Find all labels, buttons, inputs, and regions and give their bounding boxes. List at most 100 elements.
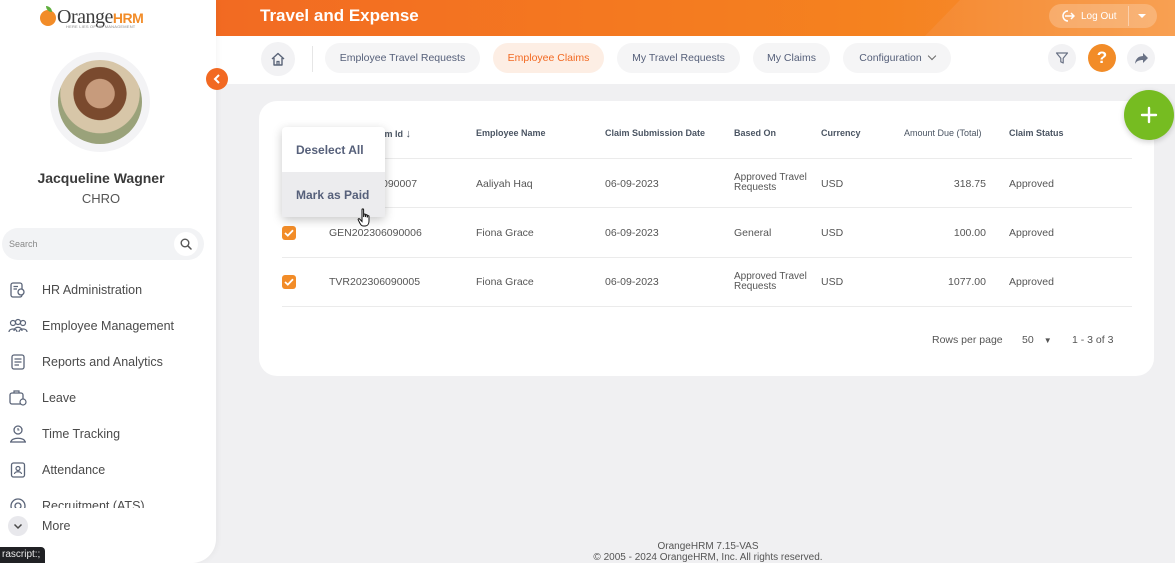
row2-date: 06-09-2023 (605, 227, 659, 239)
row2-claim-id[interactable]: GEN202306090006 (329, 227, 422, 239)
row1-based-on-line2: Requests (734, 182, 777, 193)
checkmark-icon (284, 278, 294, 286)
row3-claim-id[interactable]: TVR202306090005 (329, 276, 420, 288)
sidebar-item-label: Recruitment (ATS) (42, 499, 145, 508)
row-divider (282, 158, 1132, 159)
tab-employee-claims[interactable]: Employee Claims (493, 43, 604, 73)
sidebar-item-time-tracking[interactable]: Time Tracking (0, 416, 216, 452)
time-icon (8, 424, 28, 444)
sidebar-collapse-button[interactable] (206, 68, 228, 90)
deselect-all-option[interactable]: Deselect All (282, 127, 385, 172)
col-claim-submission-date: Claim Submission Date (605, 128, 706, 138)
rows-per-page-value: 50 (1022, 334, 1034, 346)
row3-checkbox[interactable] (282, 275, 296, 289)
chevron-down-icon (8, 516, 28, 536)
leave-icon (8, 388, 28, 408)
row2-based-on: General (734, 227, 772, 239)
row1-currency: USD (821, 178, 844, 190)
attendance-icon (8, 460, 28, 480)
module-title: Travel and Expense (260, 6, 419, 25)
row3-date: 06-09-2023 (605, 276, 659, 288)
sidebar-item-label: Employee Management (42, 319, 175, 333)
sidebar-item-label: Attendance (42, 463, 106, 477)
tab-employee-travel-requests[interactable]: Employee Travel Requests (325, 43, 480, 73)
sidebar-item-reports-and-analytics[interactable]: Reports and Analytics (0, 344, 216, 380)
sidebar-more-button[interactable]: More (8, 516, 70, 536)
plus-icon (1140, 106, 1158, 124)
pagination-range: 1 - 3 of 3 (1072, 334, 1114, 346)
employees-icon (8, 316, 28, 336)
tab-configuration-label: Configuration (859, 52, 922, 64)
row1-status: Approved (1009, 178, 1054, 190)
filter-button[interactable] (1048, 44, 1076, 72)
row-divider (282, 306, 1132, 307)
row-divider (282, 257, 1132, 258)
sidebar-item-leave[interactable]: Leave (0, 380, 216, 416)
col-claim-status: Claim Status (1009, 128, 1064, 138)
sidebar-search (2, 228, 204, 260)
row2-status: Approved (1009, 227, 1054, 239)
col-claim-id[interactable]: im Id ↓ (382, 128, 411, 140)
col-based-on: Based On (734, 128, 777, 138)
row1-employee: Aaliyah Haq (476, 178, 533, 190)
sidebar-item-label: Leave (42, 391, 77, 405)
row3-currency: USD (821, 276, 844, 288)
row2-checkbox[interactable] (282, 226, 296, 240)
logout-dropdown-caret-icon[interactable] (1138, 14, 1146, 18)
browser-status-bar: rascript:; (0, 547, 46, 563)
col-employee-name: Employee Name (476, 128, 546, 138)
home-icon (271, 52, 285, 66)
col-claim-id-label: im Id (382, 129, 404, 139)
add-claim-button[interactable] (1124, 90, 1174, 140)
share-button[interactable] (1127, 44, 1155, 72)
rows-per-page-select[interactable]: 50 ▼ (1022, 334, 1052, 346)
brand-tagline: HERE LIES OF HR MANAGEMENT (66, 24, 136, 29)
caret-down-icon: ▼ (1043, 335, 1052, 345)
avatar-photo (58, 60, 142, 144)
sidebar-menu: HR Administration Employee Management Re… (0, 272, 216, 508)
tab-my-travel-requests[interactable]: My Travel Requests (617, 43, 740, 73)
sidebar-item-label: Reports and Analytics (42, 355, 163, 369)
help-button[interactable]: ? (1088, 44, 1116, 72)
logout-separator (1128, 6, 1129, 26)
row1-claim-id[interactable]: 090007 (382, 178, 417, 190)
sort-arrow-down-icon: ↓ (405, 128, 412, 140)
sidebar-item-recruitment[interactable]: Recruitment (ATS) (0, 488, 216, 508)
sidebar-item-attendance[interactable]: Attendance (0, 452, 216, 488)
sidebar-item-label: HR Administration (42, 283, 143, 297)
tab-configuration[interactable]: Configuration (843, 43, 951, 73)
search-icon (180, 238, 192, 250)
home-button[interactable] (261, 42, 295, 76)
row1-date: 06-09-2023 (605, 178, 659, 190)
sidebar-item-label: Time Tracking (42, 427, 121, 441)
footer-copyright: © 2005 - 2024 OrangeHRM, Inc. All rights… (593, 552, 823, 563)
nav-divider (312, 46, 313, 72)
logout-icon (1059, 9, 1075, 23)
logout-button[interactable]: Log Out (1049, 4, 1157, 28)
help-icon: ? (1096, 48, 1108, 67)
sidebar: OrangeHRM HERE LIES OF HR MANAGEMENT Jac… (0, 0, 216, 563)
avatar[interactable] (50, 52, 150, 152)
row3-based-on-line2: Requests (734, 281, 777, 292)
row1-based-on: Approved Travel Requests (734, 173, 807, 193)
logout-label: Log Out (1081, 10, 1117, 22)
filter-icon (1055, 52, 1069, 64)
row3-based-on: Approved Travel Requests (734, 272, 807, 292)
sidebar-item-hr-administration[interactable]: HR Administration (0, 272, 216, 308)
row2-employee: Fiona Grace (476, 227, 534, 239)
user-role: CHRO (81, 191, 121, 206)
sidebar-item-employee-management[interactable]: Employee Management (0, 308, 216, 344)
hr-admin-icon (8, 280, 28, 300)
row2-currency: USD (821, 227, 844, 239)
col-amount-due: Amount Due (Total) (904, 128, 982, 138)
tab-my-claims[interactable]: My Claims (753, 43, 830, 73)
chevron-down-icon (927, 51, 936, 61)
recruitment-icon (8, 496, 28, 508)
row1-amount: 318.75 (953, 178, 986, 190)
checkmark-icon (284, 229, 294, 237)
row2-amount: 100.00 (953, 227, 986, 239)
search-button[interactable] (174, 232, 198, 256)
hand-cursor-icon (357, 208, 370, 227)
row3-amount: 1077.00 (948, 276, 986, 288)
search-input[interactable] (9, 239, 159, 249)
